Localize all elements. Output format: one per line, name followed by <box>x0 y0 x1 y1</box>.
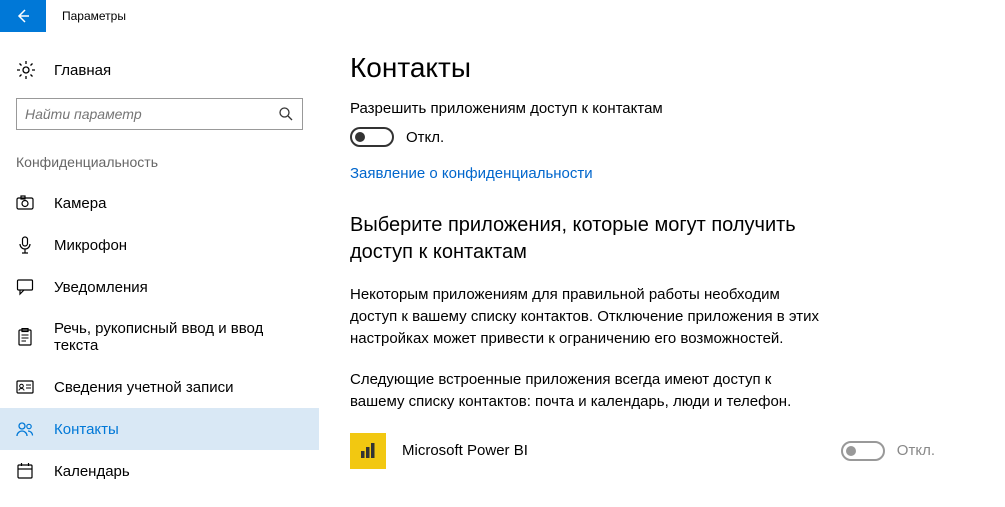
sidebar-item-notifications[interactable]: Уведомления <box>0 266 319 308</box>
account-card-icon <box>16 378 34 396</box>
powerbi-icon <box>350 433 386 469</box>
sidebar-home-label: Главная <box>54 62 111 79</box>
toggle-state-label: Откл. <box>406 129 444 146</box>
privacy-statement-link[interactable]: Заявление о конфиденциальности <box>350 165 593 182</box>
app-row: Microsoft Power BI Откл. <box>350 433 975 469</box>
gear-icon <box>16 60 36 80</box>
speech-bubble-icon <box>16 278 34 296</box>
sidebar-item-label: Микрофон <box>54 237 127 254</box>
sidebar-item-calendar[interactable]: Календарь <box>0 450 319 492</box>
clipboard-icon <box>16 328 34 346</box>
titlebar: Параметры <box>0 0 1005 32</box>
page-title: Контакты <box>350 52 975 84</box>
allow-access-label: Разрешить приложениям доступ к контактам <box>350 100 975 117</box>
toggle-knob <box>846 446 856 456</box>
sidebar-item-camera[interactable]: Камера <box>0 182 319 224</box>
camera-icon <box>16 194 34 212</box>
search-icon <box>278 106 294 122</box>
app-toggle-state: Откл. <box>897 442 935 459</box>
sidebar: Главная Конфиденциальность Камера Микроф… <box>0 32 320 507</box>
back-button[interactable] <box>0 0 46 32</box>
main-panel: Контакты Разрешить приложениям доступ к … <box>320 32 1005 507</box>
sidebar-item-label: Контакты <box>54 421 119 438</box>
sidebar-item-label: Камера <box>54 195 106 212</box>
app-toggle[interactable] <box>841 441 885 461</box>
window-title: Параметры <box>46 9 126 23</box>
sidebar-item-label: Календарь <box>54 463 130 480</box>
app-name: Microsoft Power BI <box>402 442 528 459</box>
search-box[interactable] <box>16 98 303 130</box>
sidebar-section-label: Конфиденциальность <box>0 148 319 182</box>
arrow-left-icon <box>15 8 31 24</box>
allow-access-toggle[interactable] <box>350 127 394 147</box>
contacts-icon <box>16 420 34 438</box>
calendar-icon <box>16 462 34 480</box>
apps-description-2: Следующие встроенные приложения всегда и… <box>350 369 820 413</box>
apps-description-1: Некоторым приложениям для правильной раб… <box>350 284 820 349</box>
microphone-icon <box>16 236 34 254</box>
search-input[interactable] <box>25 106 278 122</box>
sidebar-item-microphone[interactable]: Микрофон <box>0 224 319 266</box>
sidebar-item-label: Уведомления <box>54 279 148 296</box>
sidebar-item-label: Сведения учетной записи <box>54 379 234 396</box>
choose-apps-heading: Выберите приложения, которые могут получ… <box>350 212 820 266</box>
sidebar-item-label: Речь, рукописный ввод и ввод текста <box>54 320 303 354</box>
sidebar-item-account-info[interactable]: Сведения учетной записи <box>0 366 319 408</box>
sidebar-item-speech-typing[interactable]: Речь, рукописный ввод и ввод текста <box>0 308 319 366</box>
sidebar-item-contacts[interactable]: Контакты <box>0 408 319 450</box>
sidebar-home[interactable]: Главная <box>0 52 319 90</box>
toggle-knob <box>355 132 365 142</box>
